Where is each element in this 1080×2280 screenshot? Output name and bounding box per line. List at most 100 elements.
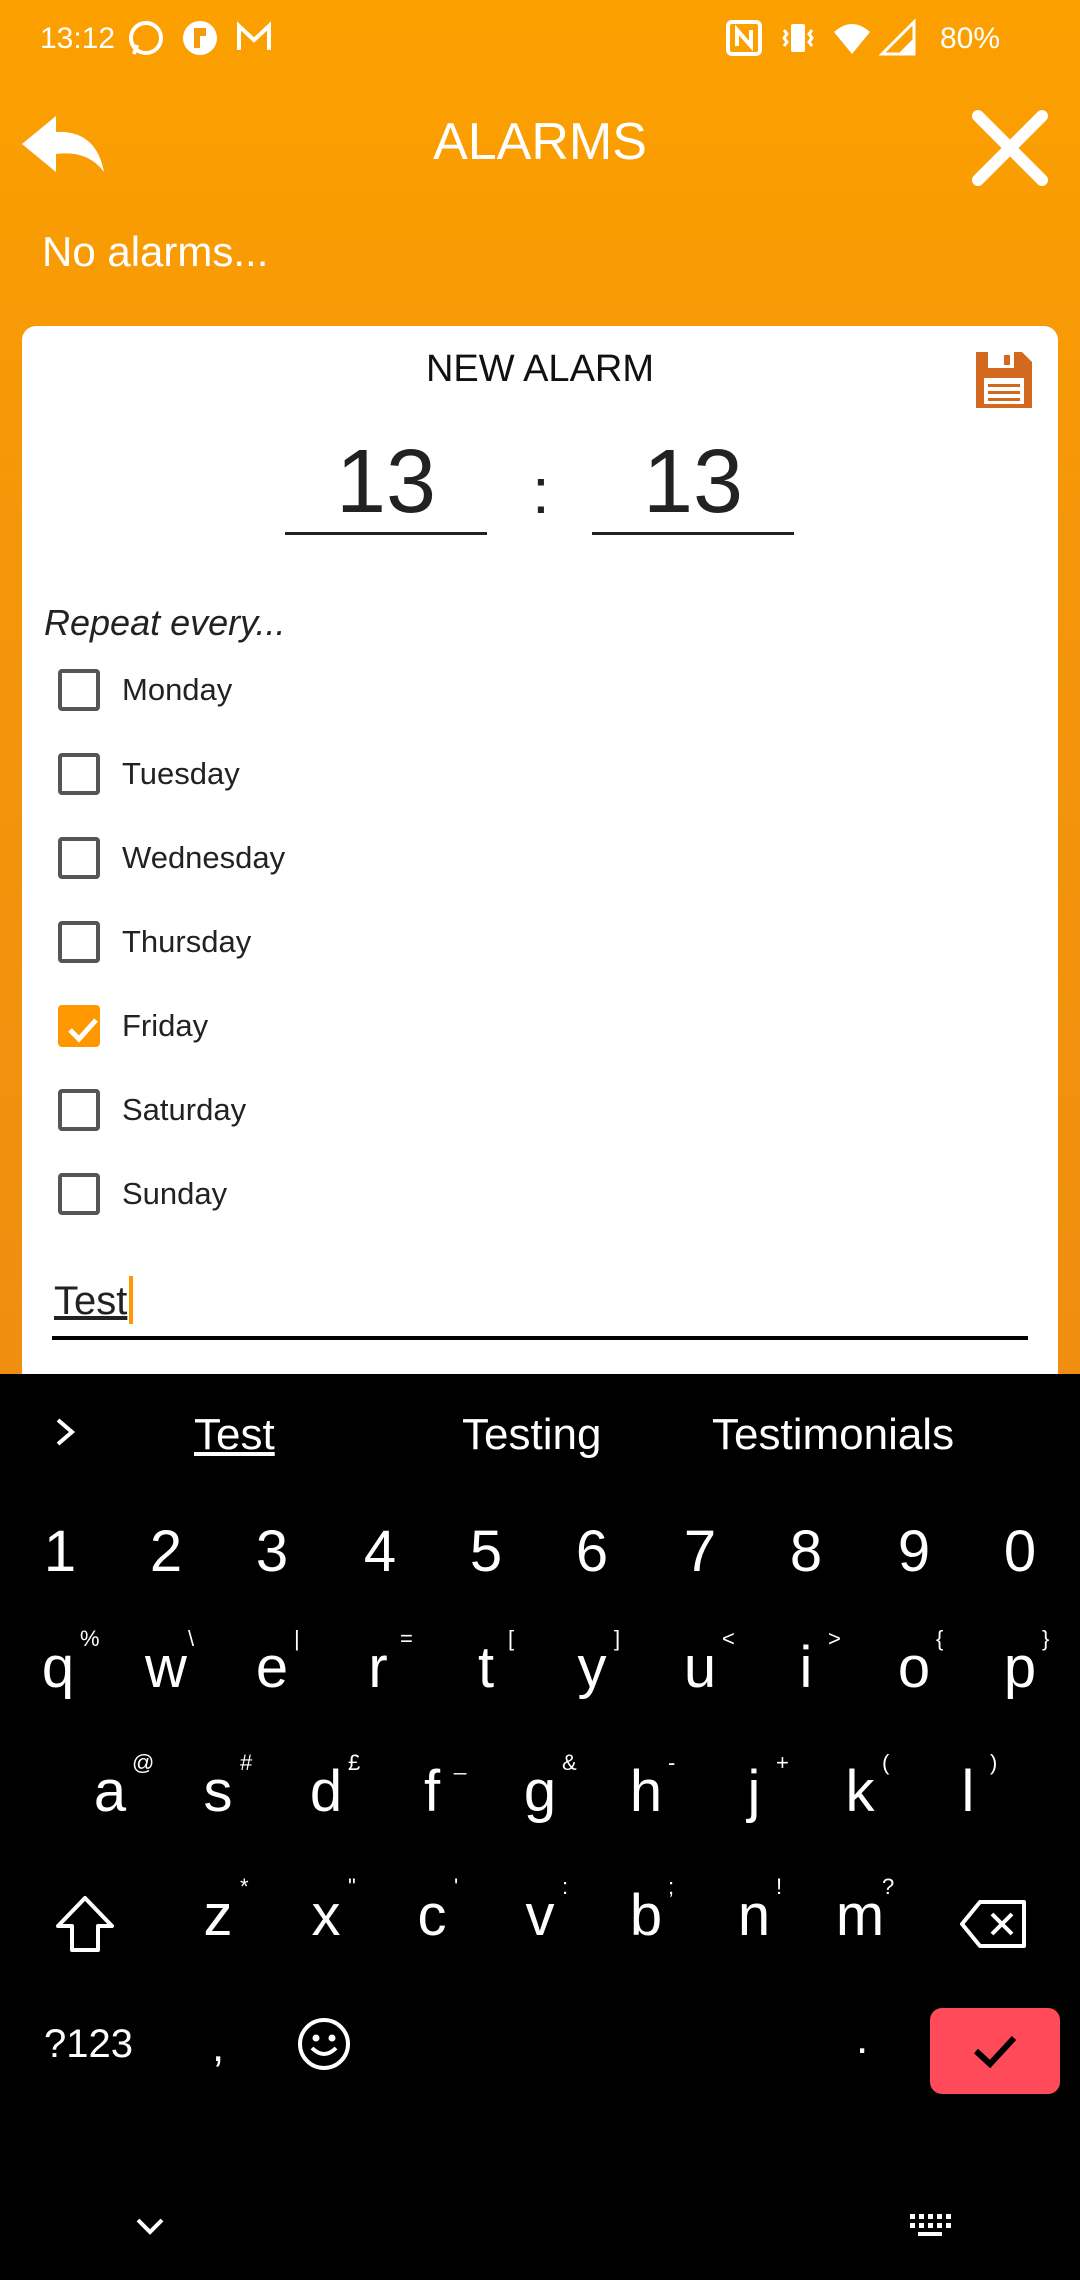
key-secondary-symbol: £ <box>348 1750 361 1775</box>
checkbox[interactable] <box>58 1089 100 1131</box>
space-bar[interactable] <box>380 2004 820 2094</box>
checkbox[interactable] <box>58 753 100 795</box>
key-secondary-symbol: ( <box>882 1750 890 1775</box>
key-8[interactable]: 8 <box>766 1518 846 1585</box>
key-secondary-symbol: = <box>400 1626 413 1651</box>
key-secondary-symbol: < <box>722 1626 735 1651</box>
repeat-label: Repeat every... <box>44 602 286 643</box>
status-bar: 13:12 80% <box>0 0 1080 80</box>
key-3[interactable]: 3 <box>232 1518 312 1585</box>
symbols-key[interactable]: ?123 <box>44 2022 133 2067</box>
battery-level: 80% <box>939 22 1000 55</box>
nfc-icon <box>726 20 762 56</box>
key-secondary-symbol: ) <box>990 1750 998 1775</box>
shift-icon[interactable] <box>52 1892 118 1956</box>
alarm-name-input[interactable]: Test <box>54 1276 134 1324</box>
day-checkbox-thursday[interactable]: Thursday <box>58 912 251 972</box>
key-secondary-symbol: : <box>562 1874 569 1899</box>
key-secondary-symbol: } <box>1042 1626 1050 1651</box>
checkbox[interactable] <box>58 669 100 711</box>
text-cursor <box>129 1276 134 1324</box>
key-secondary-symbol: [ <box>508 1626 515 1651</box>
enter-button[interactable] <box>930 2008 1060 2094</box>
keyboard-switch-icon[interactable] <box>906 2210 954 2240</box>
day-label: Saturday <box>122 1092 247 1127</box>
day-label: Monday <box>122 672 233 707</box>
signal-icon <box>878 18 916 56</box>
comma-key[interactable]: , <box>212 2022 224 2072</box>
checkbox-checked[interactable] <box>58 1005 100 1047</box>
day-label: Sunday <box>122 1176 228 1211</box>
key-5[interactable]: 5 <box>446 1518 526 1585</box>
day-checkbox-wednesday[interactable]: Wednesday <box>58 828 285 888</box>
day-label: Friday <box>122 1008 209 1043</box>
check-icon <box>973 2035 1017 2069</box>
checkbox[interactable] <box>58 837 100 879</box>
chevron-right-icon[interactable] <box>48 1412 82 1452</box>
hide-keyboard-chevron-icon[interactable] <box>130 2212 170 2242</box>
checkmark-icon <box>68 1018 98 1043</box>
key-secondary-symbol: # <box>240 1750 253 1775</box>
wifi-icon <box>834 24 870 54</box>
minute-input[interactable]: 13 <box>592 432 794 535</box>
key-secondary-symbol: " <box>348 1874 356 1899</box>
key-secondary-symbol: ! <box>776 1874 783 1899</box>
key-9[interactable]: 9 <box>874 1518 954 1585</box>
key-secondary-symbol: \ <box>188 1626 195 1651</box>
suggestion-2[interactable]: Testing <box>462 1410 601 1460</box>
key-6[interactable]: 6 <box>552 1518 632 1585</box>
day-checkbox-sunday[interactable]: Sunday <box>58 1164 227 1224</box>
emoji-icon[interactable] <box>296 2016 352 2072</box>
day-checkbox-saturday[interactable]: Saturday <box>58 1080 246 1140</box>
no-alarms-text: No alarms... <box>42 228 269 275</box>
key-secondary-symbol: - <box>668 1750 676 1775</box>
key-e[interactable]: e <box>232 1634 312 1701</box>
day-checkbox-tuesday[interactable]: Tuesday <box>58 744 240 804</box>
key-c[interactable]: c <box>392 1882 472 1949</box>
day-label: Tuesday <box>122 756 240 791</box>
key-secondary-symbol: ? <box>882 1874 895 1899</box>
key-secondary-symbol: > <box>828 1626 841 1651</box>
key-secondary-symbol: * <box>240 1874 249 1899</box>
new-alarm-card: NEW ALARM 13 : 13 Repeat every... Monday… <box>22 326 1058 1406</box>
close-icon[interactable] <box>970 108 1050 188</box>
checkbox[interactable] <box>58 921 100 963</box>
vibrate-icon <box>782 24 814 52</box>
key-secondary-symbol: + <box>776 1750 789 1775</box>
page-title: ALARMS <box>433 113 647 171</box>
key-0[interactable]: 0 <box>980 1518 1060 1585</box>
soft-keyboard: Test Testing Testimonials 1 2 3 4 5 6 7 8 9 0 q% w \… <box>0 1374 1080 2280</box>
suggestion-3[interactable]: Testimonials <box>712 1410 954 1460</box>
save-icon[interactable] <box>974 350 1034 410</box>
key-secondary-symbol: | <box>294 1626 300 1651</box>
card-title: NEW ALARM <box>425 348 655 390</box>
key-secondary-symbol: % <box>80 1626 100 1651</box>
key-1[interactable]: 1 <box>20 1518 100 1585</box>
key-4[interactable]: 4 <box>340 1518 420 1585</box>
key-2[interactable]: 2 <box>126 1518 206 1585</box>
whatsapp-icon <box>129 21 163 55</box>
checkbox[interactable] <box>58 1173 100 1215</box>
key-secondary-symbol: ' <box>454 1874 459 1899</box>
hour-input[interactable]: 13 <box>285 432 487 535</box>
key-secondary-symbol: _ <box>454 1750 467 1775</box>
alarm-name-value: Test <box>54 1279 128 1323</box>
day-checkbox-monday[interactable]: Monday <box>58 660 232 720</box>
key-secondary-symbol: @ <box>132 1750 155 1775</box>
backspace-icon[interactable] <box>958 1896 1030 1952</box>
key-secondary-symbol: { <box>936 1626 944 1651</box>
period-key[interactable]: . <box>856 2014 868 2064</box>
day-checkbox-friday[interactable]: Friday <box>58 996 208 1056</box>
time-separator: : <box>532 455 550 527</box>
day-label: Wednesday <box>122 840 286 875</box>
suggestion-1[interactable]: Test <box>194 1410 275 1460</box>
gmail-icon <box>237 21 271 50</box>
key-secondary-symbol: & <box>562 1750 577 1775</box>
alarm-name-underline <box>52 1336 1028 1340</box>
status-time: 13:12 <box>40 22 116 55</box>
key-secondary-symbol: ] <box>614 1626 621 1651</box>
key-secondary-symbol: ; <box>668 1874 675 1899</box>
key-7[interactable]: 7 <box>660 1518 740 1585</box>
day-label: Thursday <box>122 924 252 959</box>
app-notification-icon <box>183 21 217 55</box>
